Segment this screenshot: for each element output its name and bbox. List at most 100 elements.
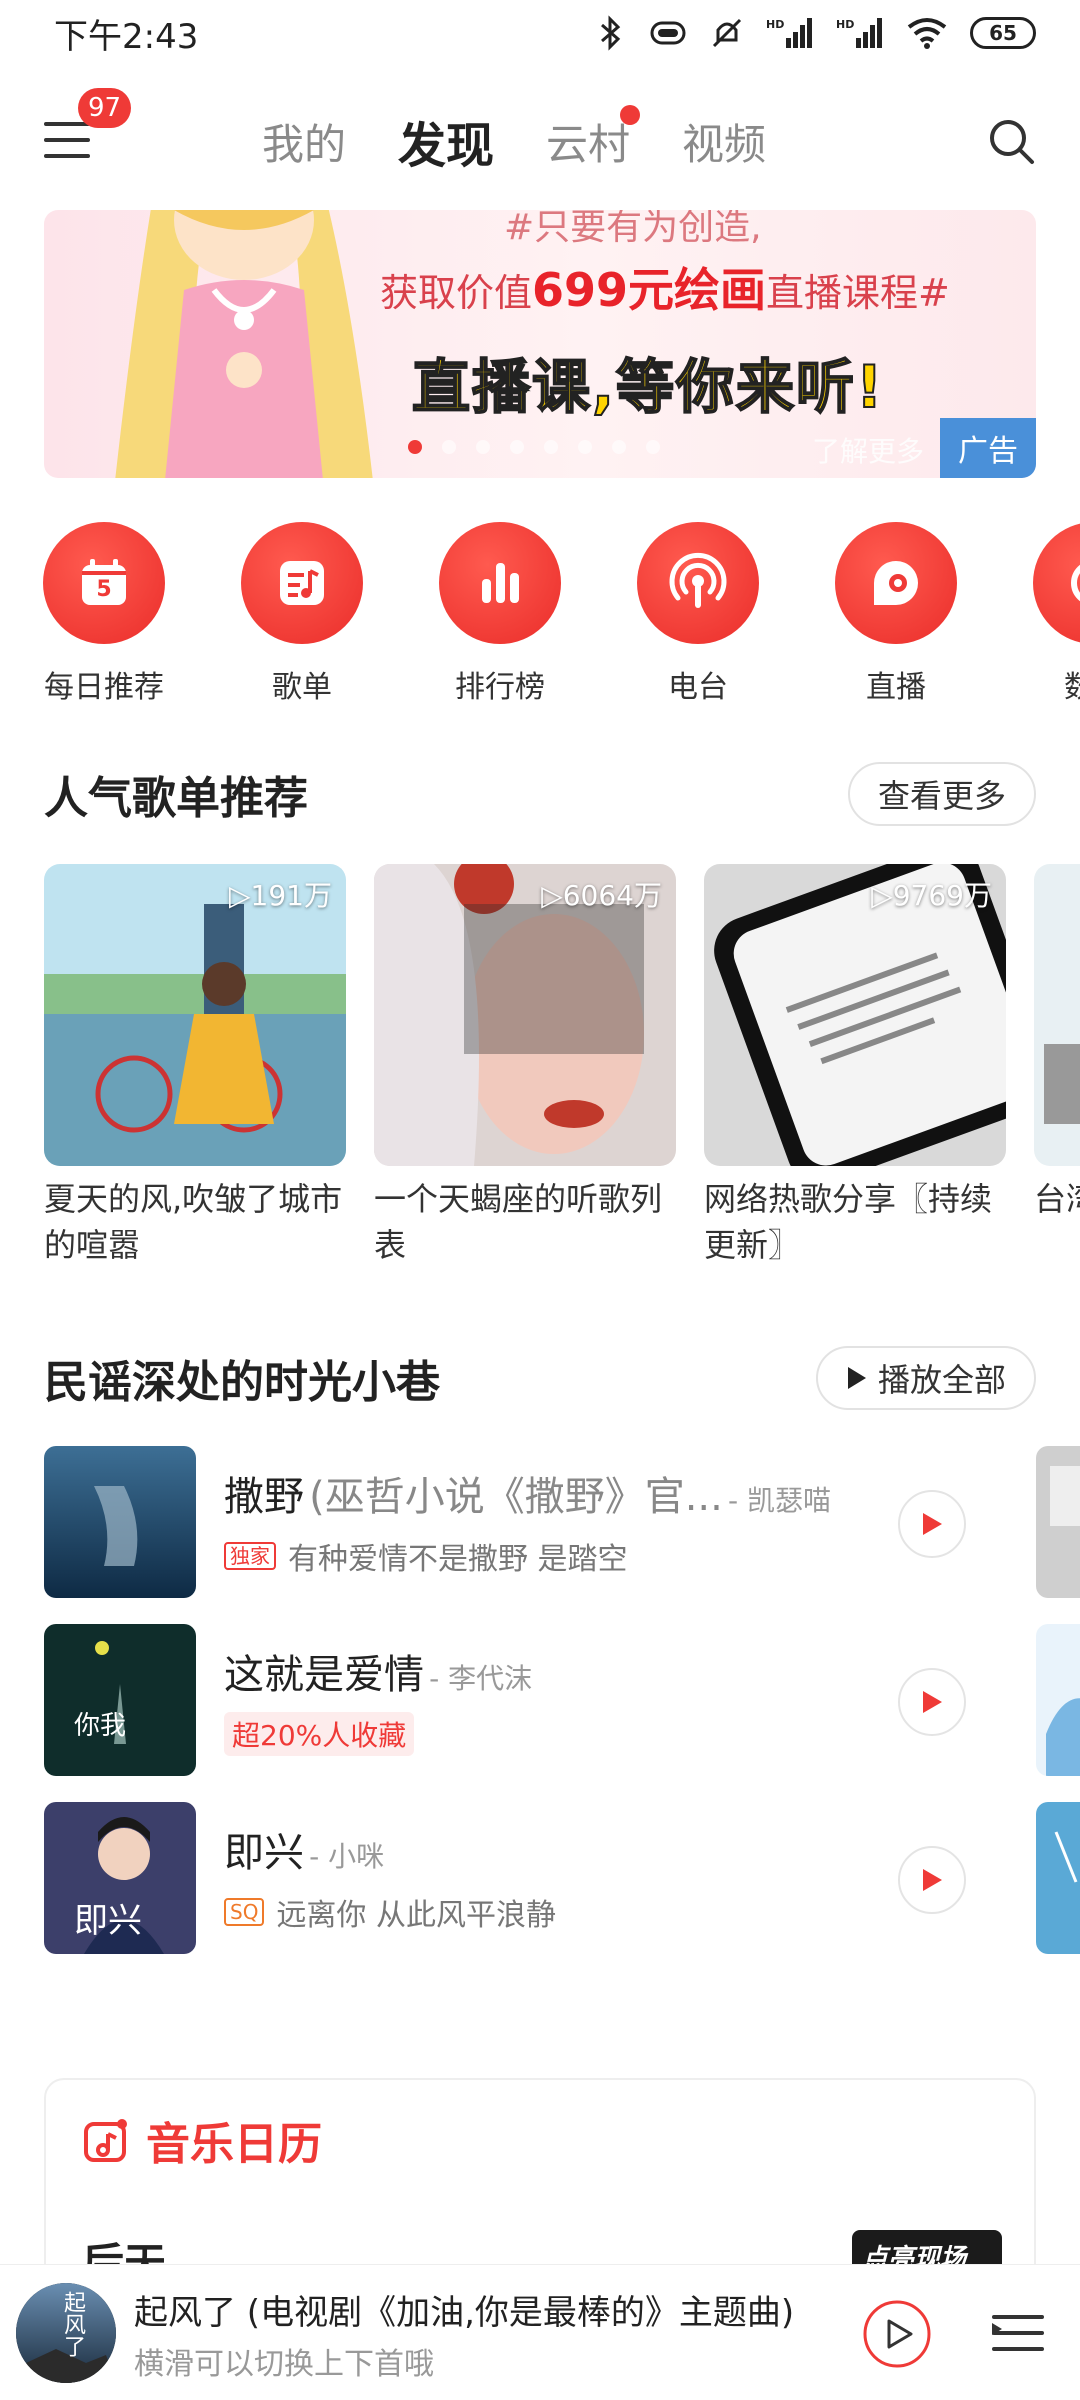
play-count-value: 9769万: [892, 879, 992, 912]
banner-line-1: #只要有为创造,: [504, 210, 762, 248]
radio-icon: [637, 522, 759, 644]
tab-mine[interactable]: 我的: [262, 111, 346, 172]
entry-label: 数字: [1064, 670, 1080, 702]
entry-digital[interactable]: 数字: [1024, 522, 1080, 702]
playlist-cover: [1034, 864, 1080, 1166]
play-count: ▷9769万: [871, 879, 992, 912]
entry-label: 每日推荐: [44, 670, 164, 702]
playlist-carousel: ▷191万 夏天的风,吹皱了城市的喧嚣 ▷6064万 一个天蝎座的听歌列表 ▷9…: [44, 864, 1080, 1284]
svg-text:HD: HD: [766, 18, 784, 31]
pager-dot: [476, 440, 490, 454]
wifi-icon: [907, 18, 947, 49]
folk-section-title: 民谣深处的时光小巷: [44, 1357, 440, 1408]
play-count: ▷191万: [229, 879, 332, 912]
song-title: 撒野: [224, 1474, 304, 1520]
exclusive-tag: 独家: [224, 1542, 276, 1570]
menu-line: [44, 138, 90, 142]
player-play-button[interactable]: [862, 2299, 932, 2369]
live-icon: [835, 522, 957, 644]
next-page-cover: [1036, 1446, 1080, 1598]
play-icon: [923, 1691, 942, 1713]
now-playing-cover-text: 起风了: [60, 2291, 85, 2357]
playlist-card[interactable]: ▷6064万 一个天蝎座的听歌列表: [374, 864, 676, 1268]
view-more-button[interactable]: 查看更多: [847, 762, 1036, 826]
song-row[interactable]: 你我 这就是爱情 - 李代沫 超20%人收藏: [44, 1624, 1080, 1776]
top-nav: 97 我的 发现 云村 视频: [0, 78, 1080, 198]
entry-daily-recommend[interactable]: 5 每日推荐: [34, 522, 174, 702]
menu-line: [44, 122, 90, 126]
song-play-button[interactable]: [898, 1490, 966, 1558]
playlist-name: 台湾芸知: [1034, 1180, 1080, 1218]
entry-label: 排行榜: [455, 670, 545, 702]
play-count-value: 6064万: [562, 879, 662, 912]
pager-dot: [612, 440, 626, 454]
entry-radio[interactable]: 电台: [628, 522, 768, 702]
banner-headline: 直播课,等你来听!: [411, 352, 885, 422]
svg-text:你我: 你我: [74, 1711, 126, 1741]
song-cover: [44, 1446, 196, 1598]
entry-playlists[interactable]: 歌单: [232, 522, 372, 702]
song-sub-row: SQ 远离你 从此风平浪静: [224, 1890, 556, 1934]
menu-line: [44, 154, 90, 158]
mini-player[interactable]: 起风了 起风了 (电视剧《加油,你是最棒的》主题曲) 横滑可以切换上下首哦: [0, 2264, 1080, 2400]
song-artist: - 小咪: [309, 1840, 385, 1873]
song-play-button[interactable]: [898, 1668, 966, 1736]
playlist-card[interactable]: ▷9769万 网络热歌分享〖持续更新〗: [704, 864, 1006, 1268]
pager-dot: [442, 440, 456, 454]
calendar-title-label: 音乐日历: [146, 2119, 322, 2170]
status-time: 下午2:43: [54, 16, 199, 57]
play-count-value: 191万: [250, 879, 332, 912]
signal-hd-2-icon: HD: [836, 18, 882, 48]
calendar-title: 音乐日历: [82, 2108, 322, 2172]
playlist-queue-icon[interactable]: [990, 2309, 1046, 2357]
collect-rate-badge: 超20%人收藏: [224, 1712, 415, 1756]
entry-live[interactable]: 直播: [826, 522, 966, 702]
banner-learn-more[interactable]: 了解更多: [812, 430, 924, 470]
bluetooth-icon: [601, 15, 621, 51]
play-all-label: 播放全部: [877, 1361, 1006, 1399]
song-cover: 即兴: [44, 1802, 196, 1954]
tab-bar: 我的 发现 云村 视频: [262, 104, 766, 176]
svg-text:HD: HD: [836, 18, 854, 31]
song-title: 这就是爱情: [224, 1652, 424, 1698]
play-icon: [923, 1513, 942, 1535]
notification-badge: 97: [78, 88, 132, 128]
chart-bars-icon: [439, 522, 561, 644]
calendar-day: 5: [96, 576, 112, 602]
banner-line-2: 获取价值699元绘画直播课程#: [380, 254, 950, 320]
song-title-row: 撒野 (巫哲小说《撒野》官... - 凯瑟喵: [224, 1464, 904, 1522]
song-title-extra: (巫哲小说《撒野》官...: [309, 1474, 723, 1520]
music-calendar-icon: [84, 2119, 127, 2162]
song-row[interactable]: 撒野 (巫哲小说《撒野》官... - 凯瑟喵 独家 有种爱情不是撒野 是踏空: [44, 1446, 1080, 1598]
playlist-card[interactable]: 台湾芸知: [1034, 864, 1080, 1222]
tab-video[interactable]: 视频: [682, 111, 766, 172]
pager-dot: [544, 440, 558, 454]
playlist-cover: ▷6064万: [374, 864, 676, 1166]
play-icon: [847, 1367, 866, 1389]
pager-dot: [578, 440, 592, 454]
play-icon: [923, 1869, 942, 1891]
svg-text:即兴: 即兴: [74, 1901, 142, 1941]
play-all-button[interactable]: 播放全部: [815, 1346, 1036, 1410]
popular-section-title: 人气歌单推荐: [44, 773, 308, 824]
battery-indicator: 65: [970, 17, 1036, 49]
song-desc: 有种爱情不是撒野 是踏空: [288, 1542, 628, 1577]
playlist-name: 一个天蝎座的听歌列表: [374, 1180, 663, 1264]
song-row[interactable]: 即兴 即兴 - 小咪 SQ 远离你 从此风平浪静: [44, 1802, 1080, 1954]
song-play-button[interactable]: [898, 1846, 966, 1914]
banner-line-2-prefix: 获取价值: [380, 271, 533, 315]
search-icon[interactable]: [986, 116, 1036, 166]
tab-cloud-village[interactable]: 云村: [546, 104, 641, 172]
pager-dot: [510, 440, 524, 454]
swipe-hint: 横滑可以切换上下首哦: [134, 2347, 434, 2382]
vibrate-icon: [650, 21, 686, 45]
playlist-card[interactable]: ▷191万 夏天的风,吹皱了城市的喧嚣: [44, 864, 346, 1268]
entry-charts[interactable]: 排行榜: [430, 522, 570, 702]
calendar-icon: 5: [43, 522, 165, 644]
now-playing-cover: 起风了: [16, 2283, 116, 2383]
pager-dot: [408, 440, 422, 454]
tab-discover[interactable]: 发现: [398, 106, 494, 176]
song-title: 即兴: [224, 1830, 304, 1876]
promo-banner[interactable]: #只要有为创造, 获取价值699元绘画直播课程# 直播课,等你来听! 了解更多 …: [44, 210, 1036, 478]
mute-icon: [712, 18, 742, 48]
